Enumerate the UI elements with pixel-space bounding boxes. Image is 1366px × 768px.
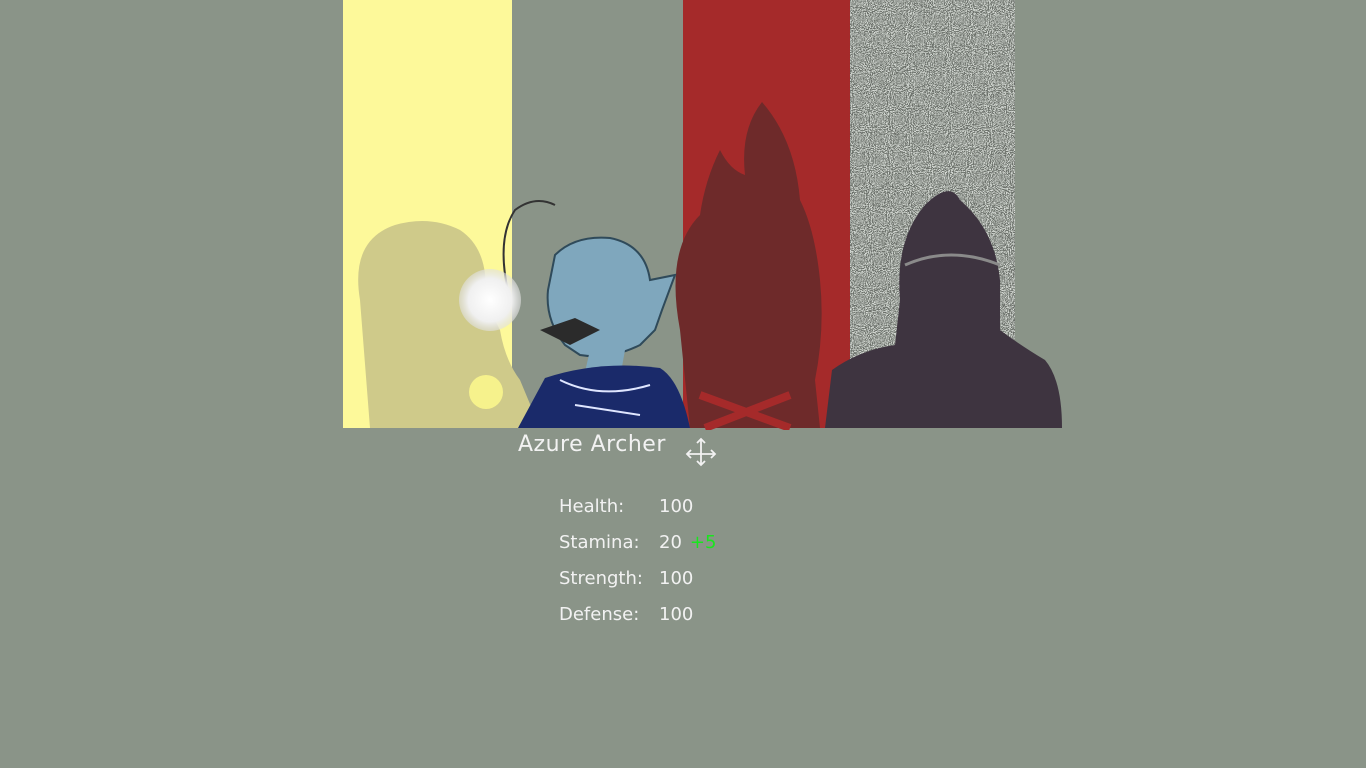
stat-label: Health: bbox=[559, 496, 625, 517]
stat-row-defense: Defense: 100 bbox=[559, 602, 716, 638]
stat-row-stamina: Stamina: 20 +5 bbox=[559, 530, 716, 566]
yellow-character-silhouette[interactable] bbox=[358, 221, 540, 428]
stat-label: Stamina: bbox=[559, 532, 640, 553]
stat-label: Defense: bbox=[559, 604, 640, 625]
stat-bonus: +5 bbox=[689, 532, 717, 553]
stat-value: 100 bbox=[659, 496, 694, 517]
move-arrows-icon bbox=[685, 437, 717, 467]
stat-row-strength: Strength: 100 bbox=[559, 566, 716, 602]
stat-label: Strength: bbox=[559, 568, 643, 589]
character-select-screen: Azure Archer Health: 100 Stamina: 20 +5 Str… bbox=[0, 0, 1366, 768]
character-name: Azure Archer bbox=[518, 432, 666, 457]
character-stats: Health: 100 Stamina: 20 +5 Strength: 100 Def… bbox=[559, 494, 716, 638]
character-portraits bbox=[343, 0, 1062, 430]
stat-value: 100 bbox=[659, 604, 694, 625]
stat-value: 100 bbox=[659, 568, 694, 589]
stat-value: 20 bbox=[659, 532, 682, 553]
stat-row-health: Health: 100 bbox=[559, 494, 716, 530]
